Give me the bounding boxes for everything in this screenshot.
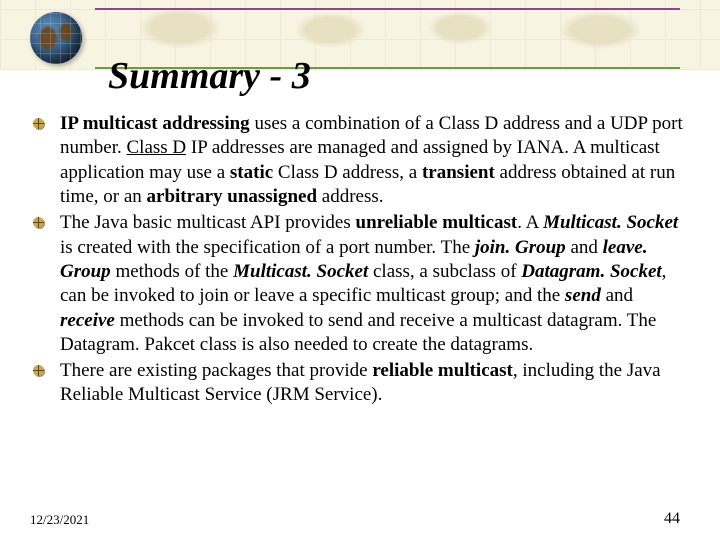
footer-date: 12/23/2021 (30, 512, 89, 528)
bullet-item: There are existing packages that provide… (32, 359, 692, 408)
compass-bullet-icon (32, 216, 46, 230)
footer-page-number: 44 (664, 510, 680, 528)
globe-icon (30, 12, 82, 64)
bullet-text: IP multicast addressing uses a combinati… (60, 113, 683, 207)
slide-title: Summary - 3 (108, 54, 311, 98)
bullet-text: The Java basic multicast API provides un… (60, 212, 678, 355)
compass-bullet-icon (32, 364, 46, 378)
top-accent-line (95, 8, 680, 10)
bullet-text: There are existing packages that provide… (60, 360, 661, 405)
compass-bullet-icon (32, 117, 46, 131)
bullet-list: IP multicast addressing uses a combinati… (32, 112, 692, 410)
bullet-item: IP multicast addressing uses a combinati… (32, 112, 692, 209)
bullet-item: The Java basic multicast API provides un… (32, 211, 692, 357)
